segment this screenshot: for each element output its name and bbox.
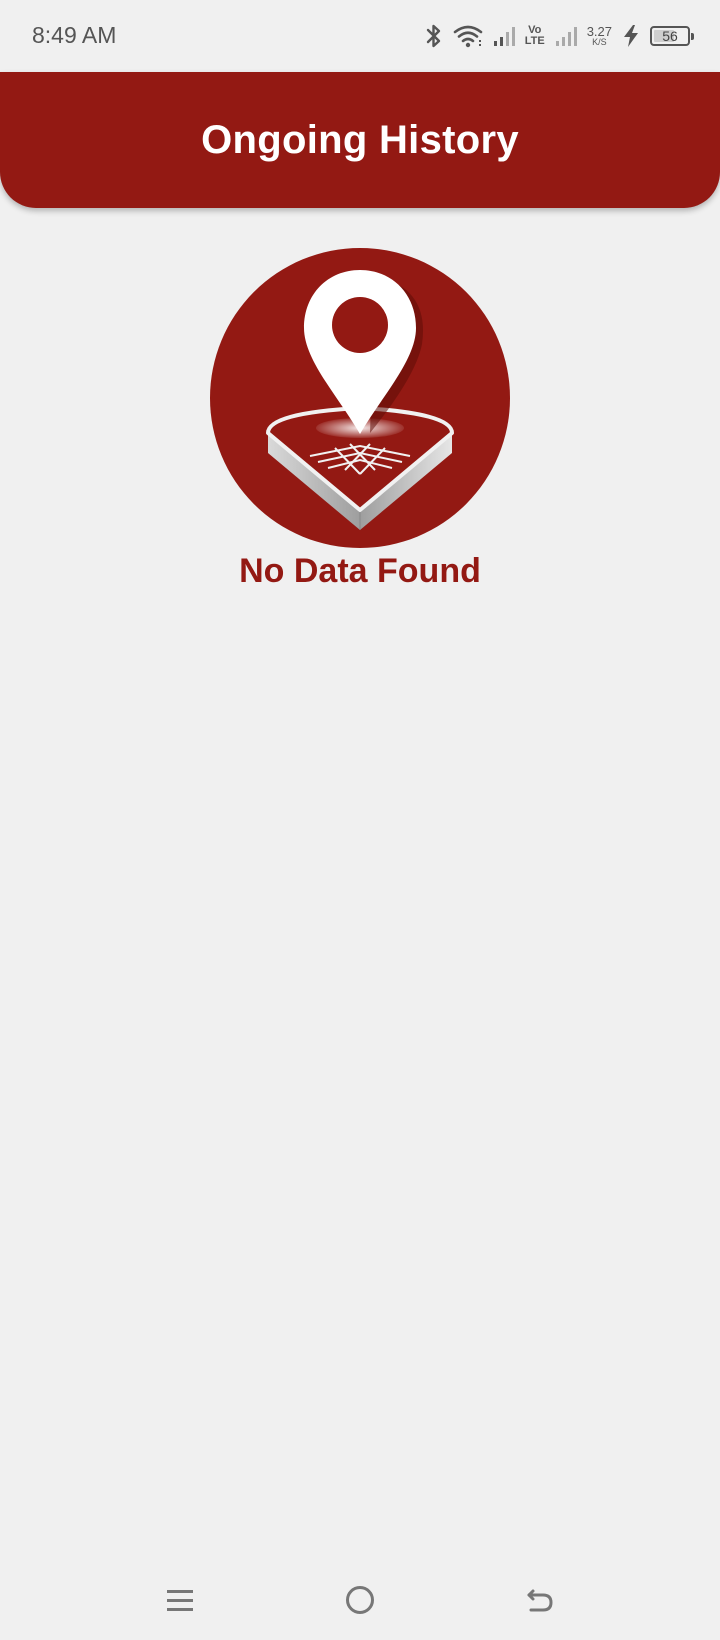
- volte-indicator: Vo LTE: [525, 25, 545, 47]
- app-header: Ongoing History: [0, 72, 720, 208]
- home-button[interactable]: [340, 1580, 380, 1620]
- volte-bottom-label: LTE: [524, 35, 545, 47]
- status-bar: 8:49 AM Vo LTE 3.27 K/S 56: [0, 0, 720, 72]
- signal-icon: [493, 25, 515, 47]
- menu-icon: [167, 1590, 193, 1611]
- status-icons: Vo LTE 3.27 K/S 56: [425, 20, 694, 52]
- system-nav-bar: [0, 1560, 720, 1640]
- signal-icon-secondary: [555, 25, 577, 47]
- network-speed: 3.27 K/S: [587, 25, 612, 47]
- battery-icon: 56: [650, 26, 694, 46]
- battery-level: 56: [662, 28, 678, 44]
- charging-icon: [622, 24, 640, 48]
- wifi-icon: [453, 24, 483, 48]
- network-speed-unit: K/S: [592, 37, 607, 47]
- back-button[interactable]: [520, 1580, 560, 1620]
- status-time: 8:49 AM: [32, 22, 117, 48]
- empty-state-message: No Data Found: [239, 552, 481, 590]
- home-icon: [346, 1586, 374, 1614]
- back-icon: [527, 1589, 553, 1612]
- menu-button[interactable]: [160, 1580, 200, 1620]
- location-pin-illustration: [210, 248, 510, 548]
- page-title: Ongoing History: [201, 117, 519, 162]
- bluetooth-icon: [425, 23, 443, 49]
- empty-state: No Data Found: [0, 248, 720, 591]
